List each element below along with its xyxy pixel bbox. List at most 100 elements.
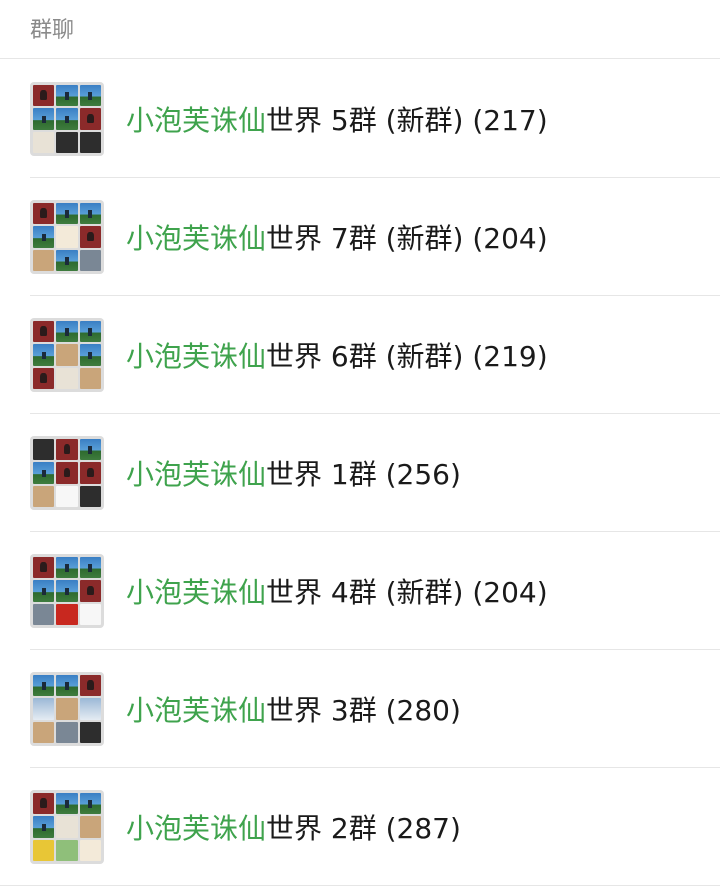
group-avatar: [30, 436, 104, 510]
avatar-tile: [33, 321, 55, 343]
avatar-tile: [56, 203, 78, 225]
avatar-tile: [33, 816, 55, 838]
avatar-tile: [56, 698, 78, 720]
group-row-1[interactable]: 小泡芙诛仙 世界 1群 (256): [0, 414, 720, 532]
avatar-tile: [56, 721, 78, 743]
avatar-tile: [56, 249, 78, 271]
group-row-5[interactable]: 小泡芙诛仙 世界 5群 (新群) (217): [0, 60, 720, 178]
avatar-tile: [33, 249, 55, 271]
avatar-tile: [33, 485, 55, 507]
avatar-tile: [33, 367, 55, 389]
group-name-highlight: 小泡芙诛仙: [126, 694, 267, 727]
avatar-tile: [79, 203, 101, 225]
group-row-3[interactable]: 小泡芙诛仙 世界 3群 (280): [0, 650, 720, 768]
avatar-tile: [79, 439, 101, 461]
avatar-tile: [79, 816, 101, 838]
avatar-tile: [79, 344, 101, 366]
avatar-tile: [79, 557, 101, 579]
group-row-7[interactable]: 小泡芙诛仙 世界 7群 (新群) (204): [0, 178, 720, 296]
avatar-tile: [56, 226, 78, 248]
avatar-tile: [79, 485, 101, 507]
avatar-tile: [33, 226, 55, 248]
group-name: 小泡芙诛仙 世界 2群 (287): [126, 768, 461, 886]
avatar-tile: [79, 698, 101, 720]
avatar-tile: [56, 344, 78, 366]
group-name: 小泡芙诛仙 世界 4群 (新群) (204): [126, 532, 548, 650]
avatar-tile: [33, 462, 55, 484]
section-header: 群聊: [0, 0, 720, 59]
avatar-tile: [79, 603, 101, 625]
avatar-tile: [33, 675, 55, 697]
group-chat-page: 群聊 小泡芙诛仙 世界 5群 (新群) (217) 小泡芙诛仙 世界 7群 (新群)…: [0, 0, 720, 889]
avatar-tile: [56, 793, 78, 815]
group-name: 小泡芙诛仙 世界 6群 (新群) (219): [126, 296, 548, 414]
group-row-6[interactable]: 小泡芙诛仙 世界 6群 (新群) (219): [0, 296, 720, 414]
avatar-tile: [33, 698, 55, 720]
avatar-tile: [79, 321, 101, 343]
group-row-2[interactable]: 小泡芙诛仙 世界 2群 (287): [0, 768, 720, 886]
group-avatar: [30, 790, 104, 864]
avatar-tile: [79, 249, 101, 271]
group-avatar: [30, 318, 104, 392]
avatar-tile: [56, 603, 78, 625]
avatar-tile: [56, 367, 78, 389]
avatar-tile: [79, 367, 101, 389]
group-name: 小泡芙诛仙 世界 7群 (新群) (204): [126, 178, 548, 296]
avatar-tile: [56, 131, 78, 153]
avatar-tile: [33, 108, 55, 130]
avatar-tile: [56, 439, 78, 461]
group-row-4[interactable]: 小泡芙诛仙 世界 4群 (新群) (204): [0, 532, 720, 650]
avatar-tile: [79, 839, 101, 861]
avatar-tile: [79, 721, 101, 743]
group-name-rest: 世界 3群 (280): [266, 694, 461, 727]
group-name-rest: 世界 4群 (新群) (204): [266, 576, 548, 609]
avatar-tile: [56, 816, 78, 838]
avatar-tile: [56, 675, 78, 697]
group-name-highlight: 小泡芙诛仙: [126, 812, 267, 845]
avatar-tile: [79, 675, 101, 697]
avatar-tile: [56, 485, 78, 507]
avatar-tile: [79, 580, 101, 602]
avatar-tile: [79, 226, 101, 248]
avatar-tile: [79, 108, 101, 130]
avatar-tile: [56, 462, 78, 484]
avatar-tile: [56, 839, 78, 861]
avatar-tile: [56, 108, 78, 130]
avatar-tile: [33, 203, 55, 225]
avatar-tile: [33, 85, 55, 107]
avatar-tile: [79, 793, 101, 815]
group-name-highlight: 小泡芙诛仙: [126, 222, 267, 255]
group-avatar: [30, 672, 104, 746]
group-name-rest: 世界 7群 (新群) (204): [266, 222, 548, 255]
avatar-tile: [33, 721, 55, 743]
avatar-tile: [33, 131, 55, 153]
avatar-tile: [33, 839, 55, 861]
group-name-rest: 世界 1群 (256): [266, 458, 461, 491]
avatar-tile: [56, 321, 78, 343]
section-title: 群聊: [30, 18, 75, 43]
avatar-tile: [33, 557, 55, 579]
group-avatar: [30, 200, 104, 274]
group-avatar: [30, 82, 104, 156]
group-name-rest: 世界 2群 (287): [266, 812, 461, 845]
avatar-tile: [33, 603, 55, 625]
group-name: 小泡芙诛仙 世界 1群 (256): [126, 414, 461, 532]
avatar-tile: [79, 462, 101, 484]
group-name: 小泡芙诛仙 世界 3群 (280): [126, 650, 461, 768]
avatar-tile: [79, 131, 101, 153]
group-name-highlight: 小泡芙诛仙: [126, 104, 267, 137]
avatar-tile: [33, 344, 55, 366]
avatar-tile: [56, 557, 78, 579]
avatar-tile: [33, 439, 55, 461]
group-avatar: [30, 554, 104, 628]
group-name-highlight: 小泡芙诛仙: [126, 340, 267, 373]
avatar-tile: [56, 85, 78, 107]
group-name: 小泡芙诛仙 世界 5群 (新群) (217): [126, 60, 548, 178]
group-name-highlight: 小泡芙诛仙: [126, 576, 267, 609]
group-name-rest: 世界 6群 (新群) (219): [266, 340, 548, 373]
group-name-highlight: 小泡芙诛仙: [126, 458, 267, 491]
avatar-tile: [56, 580, 78, 602]
avatar-tile: [33, 580, 55, 602]
avatar-tile: [79, 85, 101, 107]
avatar-tile: [33, 793, 55, 815]
